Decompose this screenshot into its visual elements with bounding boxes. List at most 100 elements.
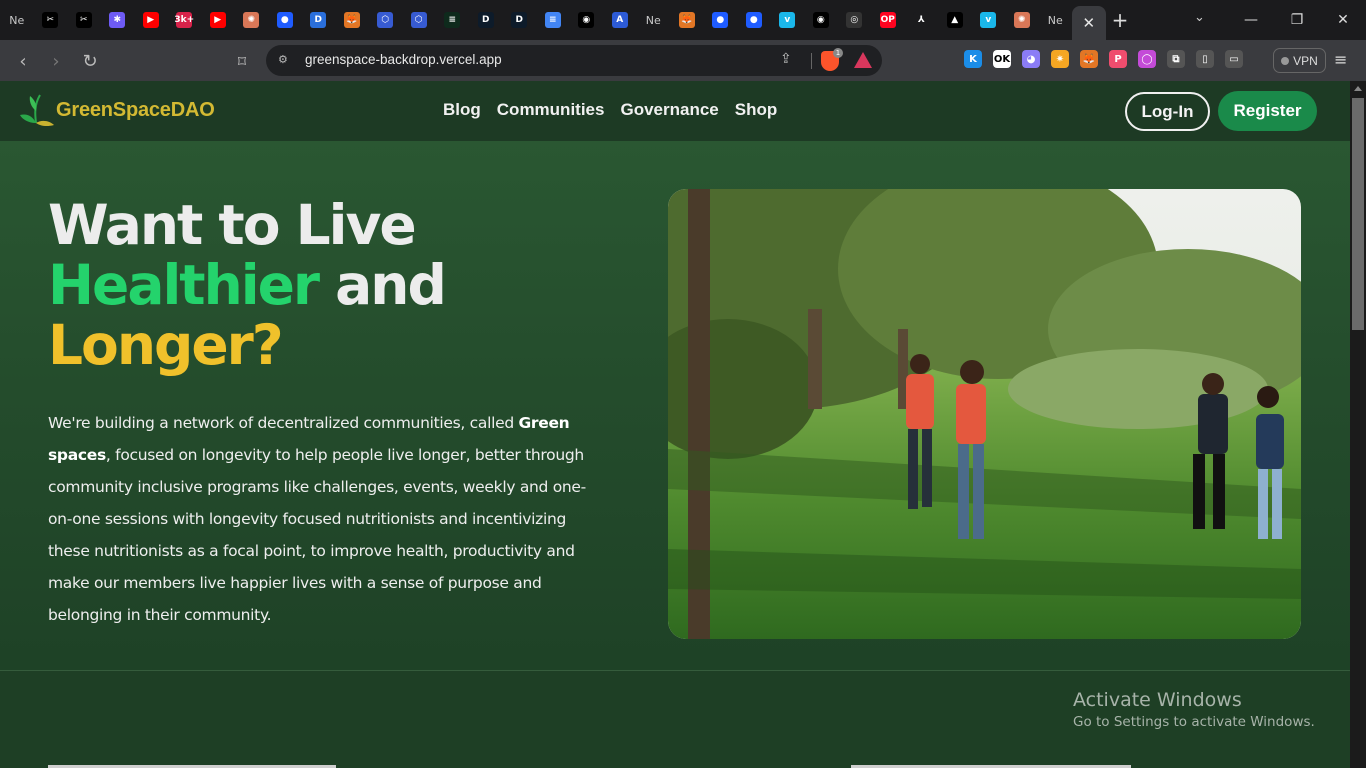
tab-blue-3[interactable]: ● [737, 4, 771, 36]
tab-youtube-1[interactable]: ▶ [134, 4, 168, 36]
tab-docs[interactable]: ≡ [536, 4, 570, 36]
close-window-button[interactable]: ✕ [1320, 12, 1366, 28]
tab-arb[interactable]: A [603, 4, 637, 36]
tab-metamask-2[interactable]: 🦊 [670, 4, 704, 36]
tab-ne-favicon: Ne [9, 13, 25, 27]
register-button[interactable]: Register [1218, 91, 1317, 131]
tab-owl-favicon: ◎ [846, 12, 863, 28]
tab-blue-1[interactable]: ● [268, 4, 302, 36]
tab-triangle-favicon: ▲ [946, 12, 963, 28]
hero-title-and: and [318, 253, 447, 317]
menu-icon[interactable]: ≡ [1334, 50, 1347, 69]
url-text[interactable]: greenspace-backdrop.vercel.app [305, 52, 502, 67]
nav-blog[interactable]: Blog [443, 100, 481, 120]
activate-windows-subtitle: Go to Settings to activate Windows. [1073, 714, 1315, 730]
new-tab-button[interactable]: + [1108, 8, 1132, 32]
back-button[interactable]: ‹ [10, 48, 36, 74]
login-button[interactable]: Log-In [1125, 92, 1210, 131]
wallet-extension-icon[interactable]: ▭ [1225, 50, 1243, 68]
tab-celo-favicon: ⅄ [913, 12, 930, 28]
tab-ne-3[interactable]: Ne [1039, 4, 1073, 36]
nav-governance[interactable]: Governance [620, 100, 718, 120]
tab-op[interactable]: OP [871, 4, 905, 36]
scrollbar-thumb[interactable] [1352, 98, 1364, 330]
nav-shop[interactable]: Shop [735, 100, 778, 120]
tab-doc[interactable]: D [302, 4, 336, 36]
tab-strip: Ne ✂ ✂ ✱ ▶ 3k+ ▶ ✺ ● D 🦊 ⬡ ⬡ ≡ D D ≡ ◉ A Ne 🦊 ● ● v ◉ ◎ OP ⅄ ▲ v ✺ Ne ✕ … [0, 0, 1366, 40]
hero-title: Want to Live Healthier and Longer? [48, 193, 447, 375]
tab-celo[interactable]: ⅄ [905, 4, 939, 36]
tab-github-1[interactable]: ◉ [570, 4, 604, 36]
tab-triangle[interactable]: ▲ [938, 4, 972, 36]
browser-toolbar: ‹ › ↻ ⌑ ⚙ greenspace-backdrop.vercel.app… [0, 40, 1366, 81]
tab-arb-favicon: A [611, 12, 628, 28]
tab-vimeo-2-favicon: v [980, 12, 997, 28]
p-extension-icon[interactable]: P [1109, 50, 1127, 68]
reload-button[interactable]: ↻ [77, 48, 103, 74]
tab-chainlink-1[interactable]: ⬡ [369, 4, 403, 36]
tab-owl[interactable]: ◎ [838, 4, 872, 36]
okx-extension-icon[interactable]: OK [993, 50, 1011, 68]
sidebar-extension-icon[interactable]: ▯ [1196, 50, 1214, 68]
bookmark-icon[interactable]: ⌑ [229, 48, 255, 74]
site-header: GreenSpaceDAO Blog Communities Governanc… [0, 81, 1350, 141]
leaf-logo-icon [20, 94, 54, 127]
tab-github-1-favicon: ◉ [578, 12, 595, 28]
k-extension-icon[interactable]: K [964, 50, 982, 68]
scroll-up-arrow[interactable] [1354, 86, 1362, 91]
tab-metamask-2-favicon: 🦊 [678, 12, 695, 28]
hero-title-highlight: Healthier [48, 253, 320, 317]
vpn-label: VPN [1293, 53, 1318, 68]
tab-metamask-1[interactable]: 🦊 [335, 4, 369, 36]
tab-ne-2[interactable]: Ne [637, 4, 671, 36]
tab-chainlink-2[interactable]: ⬡ [402, 4, 436, 36]
tab-capcut-2[interactable]: ✂ [67, 4, 101, 36]
vpn-status-dot [1281, 56, 1290, 65]
tab-github-2[interactable]: ◉ [804, 4, 838, 36]
hero-title-line1: Want to Live [48, 193, 417, 257]
burst-extension-icon[interactable]: ✷ [1051, 50, 1069, 68]
hero-desc-part2: , focused on longevity to help people li… [48, 446, 586, 624]
metamask-extension-icon[interactable]: 🦊 [1080, 50, 1098, 68]
tab-claude-2[interactable]: ✺ [1005, 4, 1039, 36]
brave-rewards-icon[interactable] [854, 52, 872, 68]
tab-op-favicon: OP [879, 12, 896, 28]
tab-d-1[interactable]: D [469, 4, 503, 36]
close-tab-icon[interactable]: ✕ [1082, 14, 1095, 32]
tab-docs-favicon: ≡ [544, 12, 561, 28]
tab-search-icon[interactable]: ⌄ [1194, 10, 1205, 25]
tab-ne-3-favicon: Ne [1047, 13, 1063, 27]
share-icon[interactable]: ⇪ [780, 51, 792, 67]
tab-youtube-1-favicon: ▶ [142, 12, 159, 28]
tab-vimeo-1[interactable]: v [771, 4, 805, 36]
tab-3k[interactable]: 3k+ [168, 4, 202, 36]
tab-d-1-favicon: D [477, 12, 494, 28]
tab-youtube-2[interactable]: ▶ [201, 4, 235, 36]
logo[interactable]: GreenSpaceDAO [20, 93, 215, 127]
activate-windows-title: Activate Windows [1073, 689, 1242, 711]
ghost-extension-icon[interactable]: ◕ [1022, 50, 1040, 68]
address-bar[interactable]: ⚙ greenspace-backdrop.vercel.app ⇪ 1 [266, 45, 882, 76]
tab-capcut-1[interactable]: ✂ [34, 4, 68, 36]
tab-github-2-favicon: ◉ [812, 12, 829, 28]
puzzle-extension-icon[interactable]: ⧉ [1167, 50, 1185, 68]
tab-green[interactable]: ≡ [436, 4, 470, 36]
site-info-icon[interactable]: ⚙ [278, 53, 292, 67]
tab-list: Ne ✂ ✂ ✱ ▶ 3k+ ▶ ✺ ● D 🦊 ⬡ ⬡ ≡ D D ≡ ◉ A Ne 🦊 ● ● v ◉ ◎ OP ⅄ ▲ v ✺ Ne ✕ [0, 0, 1106, 40]
hero-image [668, 189, 1301, 639]
tab-vimeo-2[interactable]: v [972, 4, 1006, 36]
restore-button[interactable]: ❐ [1274, 12, 1320, 28]
tab-doc-favicon: D [310, 12, 327, 28]
color-extension-icon[interactable]: ◯ [1138, 50, 1156, 68]
nav-communities[interactable]: Communities [497, 100, 605, 120]
vpn-button[interactable]: VPN [1273, 48, 1326, 73]
extensions-row: K OK ◕ ✷ 🦊 P ◯ ⧉ ▯ ▭ [964, 50, 1243, 68]
tab-claude[interactable]: ✺ [235, 4, 269, 36]
tab-ne[interactable]: Ne [0, 4, 34, 36]
forward-button[interactable]: › [43, 48, 69, 74]
tab-active[interactable]: ✕ [1072, 6, 1106, 40]
tab-snowflake[interactable]: ✱ [101, 4, 135, 36]
minimize-button[interactable]: — [1228, 12, 1274, 28]
tab-d-2[interactable]: D [503, 4, 537, 36]
tab-blue-2[interactable]: ● [704, 4, 738, 36]
